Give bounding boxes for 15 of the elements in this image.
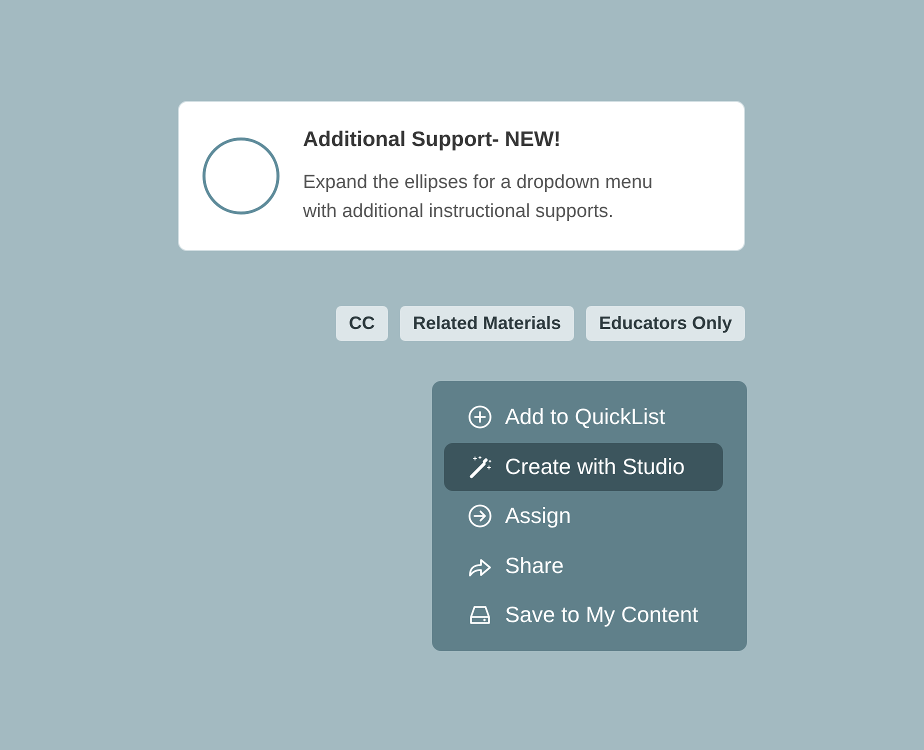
tag-button[interactable]: Related Materials bbox=[400, 306, 574, 341]
magic-wand-icon bbox=[468, 454, 492, 478]
tag-button[interactable]: Educators Only bbox=[586, 306, 745, 341]
tag-button[interactable]: CC bbox=[336, 306, 388, 341]
arrow-circle-icon bbox=[468, 504, 492, 528]
menu-item[interactable]: Add to QuickList bbox=[444, 393, 723, 441]
card-title: Additional Support- NEW! bbox=[303, 127, 562, 153]
card-description: Expand the ellipses for a dropdown menu with additional instructional supports. bbox=[303, 171, 654, 224]
menu-item[interactable]: Assign bbox=[444, 492, 723, 540]
menu-item[interactable]: Share bbox=[444, 542, 723, 590]
plus-circle-icon bbox=[468, 405, 492, 429]
menu-item[interactable]: Save to My Content bbox=[444, 591, 723, 639]
ring-icon bbox=[202, 137, 280, 215]
menu-item[interactable]: Create with Studio bbox=[444, 442, 723, 490]
drive-icon bbox=[468, 603, 492, 627]
